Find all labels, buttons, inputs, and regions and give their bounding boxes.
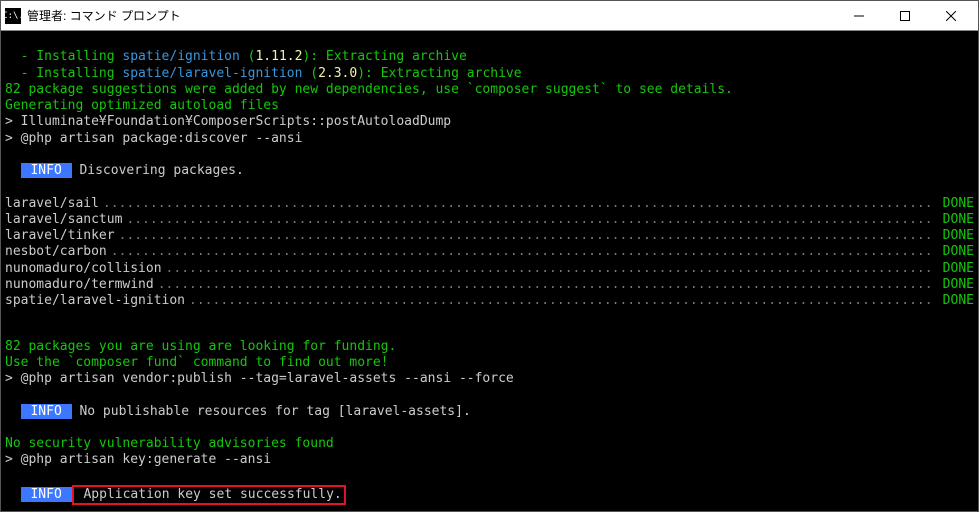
info-line: INFO No publishable resources for tag [l…	[5, 404, 471, 419]
package-name: spatie/laravel-ignition	[5, 293, 185, 309]
done-label: DONE	[935, 293, 974, 309]
package-name: nunomaduro/collision	[5, 261, 162, 277]
dot-leader: ........................................…	[185, 293, 935, 309]
dot-leader: ........................................…	[154, 277, 935, 293]
script-line: > @php artisan key:generate --ansi	[5, 452, 271, 467]
window-controls	[836, 1, 974, 30]
script-line: > @php artisan package:discover --ansi	[5, 131, 302, 146]
dot-leader: ........................................…	[162, 261, 935, 277]
script-line: > Illuminate¥Foundation¥ComposerScripts:…	[5, 114, 451, 129]
titlebar[interactable]: C:\. 管理者: コマンド プロンプト	[1, 1, 978, 31]
package-row: nunomaduro/termwind ....................…	[5, 277, 974, 293]
close-button[interactable]	[928, 1, 974, 30]
package-list: laravel/sail ...........................…	[5, 196, 974, 323]
dot-leader: ........................................…	[99, 196, 935, 212]
package-name: laravel/sanctum	[5, 212, 122, 228]
minimize-button[interactable]	[836, 1, 882, 30]
script-line: > @php artisan vendor:publish --tag=lara…	[5, 371, 514, 386]
done-label: DONE	[935, 196, 974, 212]
done-label: DONE	[935, 277, 974, 293]
dot-leader: ........................................…	[122, 212, 934, 228]
package-name: laravel/sail	[5, 196, 99, 212]
dot-leader: ........................................…	[115, 228, 935, 244]
done-label: DONE	[935, 261, 974, 277]
terminal-output[interactable]: - Installing spatie/ignition (1.11.2): E…	[1, 31, 978, 511]
package-row: nunomaduro/collision ...................…	[5, 261, 974, 277]
package-name: laravel/tinker	[5, 228, 115, 244]
package-name: nesbot/carbon	[5, 244, 107, 260]
install-line: - Installing spatie/ignition (1.11.2): E…	[5, 49, 467, 64]
security-line: No security vulnerability advisories fou…	[5, 436, 334, 451]
info-badge: INFO	[21, 404, 72, 419]
highlight-box: Application key set successfully.	[72, 485, 346, 505]
package-row: laravel/tinker .........................…	[5, 228, 974, 244]
autoload-line: Generating optimized autoload files	[5, 98, 279, 113]
terminal-window: C:\. 管理者: コマンド プロンプト - Installing spatie…	[0, 0, 979, 512]
info-badge: INFO	[21, 163, 72, 178]
package-row: spatie/laravel-ignition ................…	[5, 293, 974, 309]
done-label: DONE	[935, 244, 974, 260]
cmd-icon: C:\.	[5, 8, 21, 24]
package-row: laravel/sanctum ........................…	[5, 212, 974, 228]
package-name: nunomaduro/termwind	[5, 277, 154, 293]
suggestion-line: 82 package suggestions were added by new…	[5, 82, 733, 97]
dot-leader: ........................................…	[107, 244, 935, 260]
info-badge: INFO	[21, 487, 72, 502]
info-line: INFO Discovering packages.	[5, 163, 244, 178]
maximize-button[interactable]	[882, 1, 928, 30]
package-row: nesbot/carbon ..........................…	[5, 244, 974, 260]
done-label: DONE	[935, 228, 974, 244]
install-line: - Installing spatie/laravel-ignition (2.…	[5, 66, 522, 81]
funding-line: Use the `composer fund` command to find …	[5, 355, 389, 370]
done-label: DONE	[935, 212, 974, 228]
window-title: 管理者: コマンド プロンプト	[27, 7, 836, 24]
package-row: laravel/sail ...........................…	[5, 196, 974, 212]
funding-line: 82 packages you are using are looking fo…	[5, 339, 396, 354]
info-line-highlighted: INFO Application key set successfully.	[5, 487, 346, 502]
